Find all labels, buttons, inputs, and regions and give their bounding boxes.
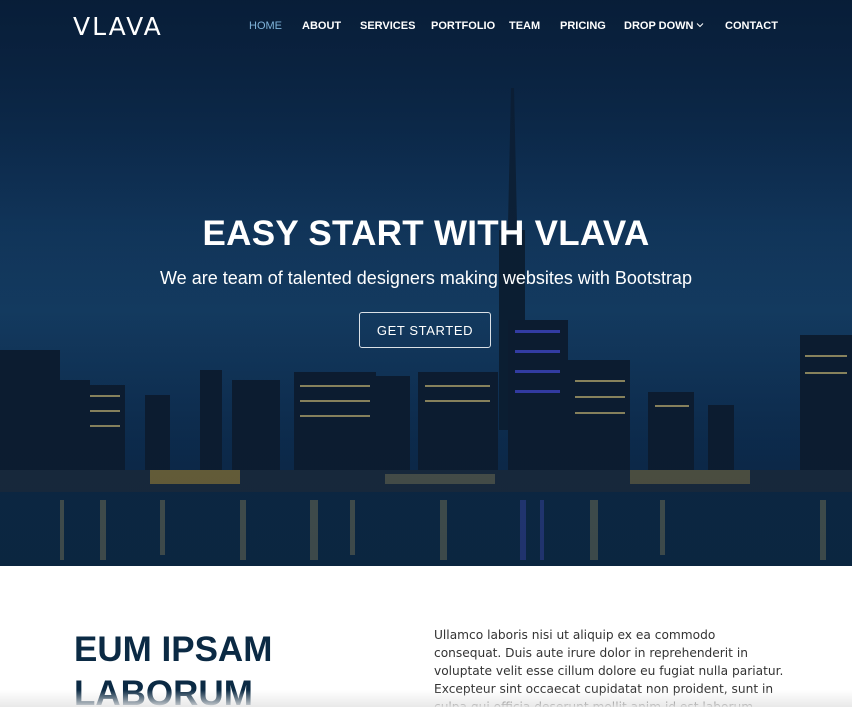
nav-contact[interactable]: CONTACT: [725, 20, 778, 32]
nav-portfolio[interactable]: PORTFOLIO: [431, 20, 495, 32]
site-header: VLAVA HOME ABOUT SERVICES PORTFOLIO TEAM…: [0, 0, 852, 56]
nav-services[interactable]: SERVICES: [360, 20, 415, 32]
nav-dropdown-label: DROP DOWN: [624, 20, 694, 32]
nav-pricing[interactable]: PRICING: [560, 20, 606, 32]
nav-dropdown[interactable]: DROP DOWN: [624, 20, 704, 32]
get-started-button[interactable]: GET STARTED: [359, 312, 491, 348]
nav-team[interactable]: TEAM: [509, 20, 540, 32]
nav-home[interactable]: HOME: [249, 20, 282, 32]
bottom-fade: [0, 690, 852, 707]
chevron-down-icon: [697, 23, 704, 28]
logo[interactable]: VLAVA: [73, 12, 163, 41]
hero-title: EASY START WITH VLAVA: [202, 214, 650, 253]
nav-about[interactable]: ABOUT: [302, 20, 341, 32]
hero-subtitle: We are team of talented designers making…: [160, 268, 692, 288]
hero-section: VLAVA HOME ABOUT SERVICES PORTFOLIO TEAM…: [0, 0, 852, 566]
